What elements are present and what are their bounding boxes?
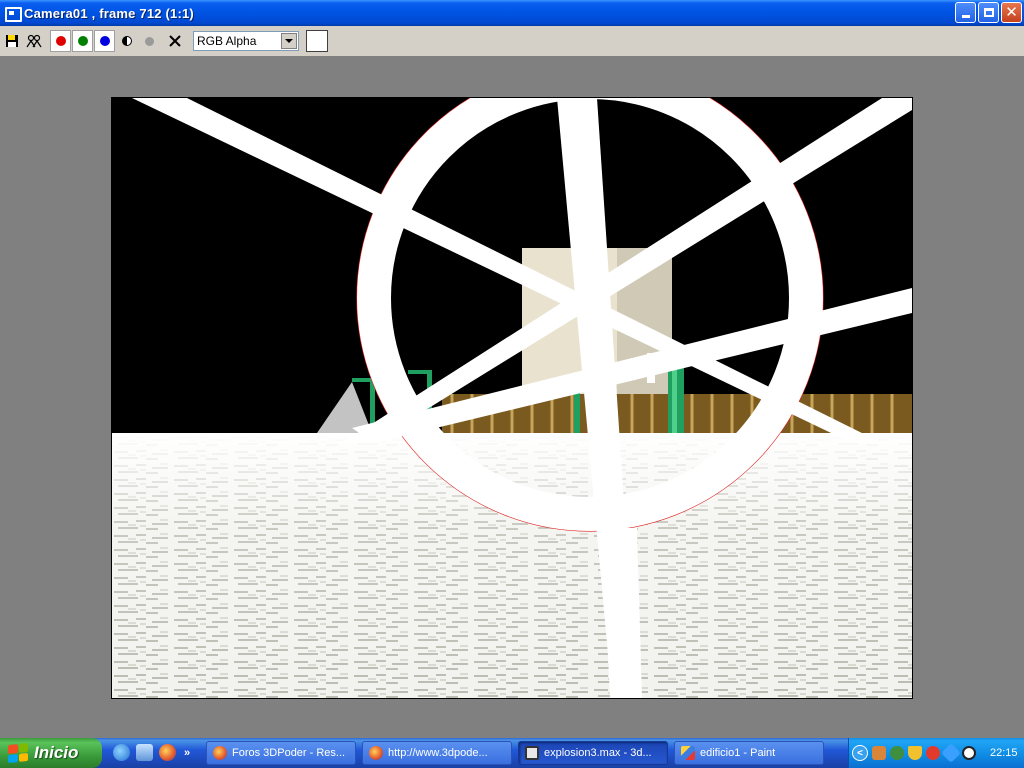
channel-select[interactable]: RGB Alpha — [193, 31, 299, 51]
window-titlebar[interactable]: Camera01 , frame 712 (1:1) ✕ — [0, 0, 1024, 26]
shield-icon[interactable] — [908, 746, 922, 760]
task-button-explosion3[interactable]: explosion3.max - 3d... — [518, 741, 668, 765]
alpha-dot-icon — [144, 36, 154, 46]
blue-channel-toggle[interactable] — [94, 30, 115, 52]
task-label: Foros 3DPoder - Res... — [232, 747, 346, 759]
firefox-icon — [369, 746, 383, 760]
save-icon — [6, 35, 18, 47]
red-channel-toggle[interactable] — [50, 30, 71, 52]
taskbar: Inicio » Foros 3DPoder - Res... http://w… — [0, 738, 1024, 768]
chevron-left-icon[interactable]: < — [852, 745, 868, 761]
internet-explorer-icon[interactable] — [113, 744, 130, 761]
network-icon[interactable] — [872, 746, 886, 760]
restore-icon — [983, 8, 994, 17]
green-channel-toggle[interactable] — [72, 30, 93, 52]
firefox-icon[interactable] — [159, 744, 176, 761]
antivirus-icon[interactable] — [926, 746, 940, 760]
star-icon[interactable] — [941, 743, 961, 763]
restore-button[interactable] — [978, 2, 999, 23]
show-desktop-icon[interactable] — [136, 744, 153, 761]
task-button-3dpoder[interactable]: http://www.3dpode... — [362, 741, 512, 765]
task-label: http://www.3dpode... — [388, 747, 488, 759]
close-button[interactable]: ✕ — [1001, 2, 1022, 23]
paint-icon — [681, 746, 695, 760]
system-tray: < 22:15 — [848, 738, 1024, 768]
task-button-foros[interactable]: Foros 3DPoder - Res... — [206, 741, 356, 765]
clone-button[interactable] — [24, 30, 44, 52]
minimize-icon — [961, 15, 970, 18]
red-channel-icon — [55, 36, 66, 46]
window-controls: ✕ — [955, 2, 1022, 23]
window-title: Camera01 , frame 712 (1:1) — [24, 5, 194, 21]
start-button[interactable]: Inicio — [0, 738, 102, 768]
monochrome-icon — [122, 36, 132, 46]
blue-channel-icon — [99, 36, 110, 46]
max-icon — [525, 746, 539, 760]
panda-icon[interactable] — [962, 746, 976, 760]
firefox-icon — [213, 746, 227, 760]
clone-icon — [26, 34, 42, 48]
windows-logo-icon — [8, 742, 28, 764]
color-swatch[interactable] — [306, 30, 328, 52]
clear-button[interactable] — [165, 30, 185, 52]
task-label: explosion3.max - 3d... — [544, 747, 652, 759]
clear-icon — [169, 35, 181, 47]
start-label: Inicio — [34, 743, 79, 762]
clock: 22:15 — [990, 747, 1018, 759]
chevron-down-icon[interactable] — [281, 33, 297, 49]
close-icon: ✕ — [1005, 4, 1018, 21]
monochrome-toggle[interactable] — [117, 30, 137, 52]
task-label: edificio1 - Paint — [700, 747, 776, 759]
render-viewport — [111, 97, 913, 699]
save-button[interactable] — [2, 30, 22, 52]
rendered-scene — [112, 98, 912, 698]
water-glare — [112, 433, 912, 698]
alpha-toggle[interactable] — [139, 30, 159, 52]
app-icon — [4, 5, 22, 22]
channel-select-value: RGB Alpha — [197, 34, 257, 48]
task-button-paint[interactable]: edificio1 - Paint — [674, 741, 824, 765]
frame-buffer-toolbar: RGB Alpha — [0, 26, 1024, 57]
messenger-icon[interactable] — [890, 746, 904, 760]
quick-launch: » — [113, 744, 190, 761]
minimize-button[interactable] — [955, 2, 976, 23]
green-channel-icon — [77, 36, 88, 46]
quick-launch-more[interactable]: » — [184, 747, 190, 759]
